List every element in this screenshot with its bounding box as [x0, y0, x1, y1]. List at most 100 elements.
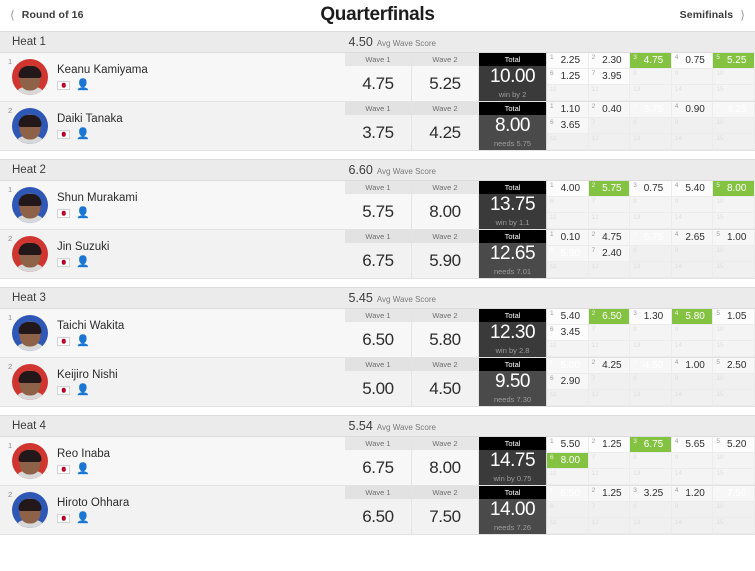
wave-score-slot[interactable]: 8	[630, 118, 672, 134]
wave-score-slot[interactable]: 4 1.00	[671, 358, 714, 374]
wave-score-slot[interactable]: 1 6.50	[547, 486, 589, 502]
athlete-row[interactable]: 1 Reo Inaba 👤 Wave 1 6.75 Wave 2 8.00 Total 14.7…	[0, 437, 755, 486]
wave-score-slot[interactable]: 2 4.25	[588, 358, 631, 374]
wave-score-slot[interactable]: 14	[671, 85, 714, 101]
surfer-icon[interactable]: 👤	[76, 128, 90, 140]
athlete-identity[interactable]: 2 Jin Suzuki 👤	[0, 230, 345, 278]
wave-score-slot[interactable]: 13	[630, 390, 672, 406]
athlete-identity[interactable]: 2 Keijiro Nishi 👤	[0, 358, 345, 406]
wave-score-slot[interactable]: 12	[588, 390, 631, 406]
wave-score-slot[interactable]: 14	[671, 469, 714, 485]
wave-score-slot[interactable]: 10	[713, 502, 755, 518]
wave-score-slot[interactable]: 2 1.25	[588, 437, 631, 453]
wave-score-slot[interactable]: 7 3.95	[588, 69, 631, 85]
wave-score-slot[interactable]: 1 4.00	[547, 181, 589, 197]
next-round-button[interactable]: Semifinals ⟩	[680, 9, 745, 21]
athlete-row[interactable]: 1 Shun Murakami 👤 Wave 1 5.75 Wave 2 8.00 Total…	[0, 181, 755, 230]
wave-score-slot[interactable]: 7	[588, 118, 631, 134]
wave-score-slot[interactable]: 11	[547, 213, 589, 229]
wave-score-slot[interactable]: 15	[713, 341, 755, 357]
wave-score-slot[interactable]: 9	[671, 325, 714, 341]
wave-score-slot[interactable]: 6 3.45	[547, 325, 589, 341]
wave-score-slot[interactable]: 9	[671, 246, 714, 262]
wave-score-slot[interactable]: 2 4.75	[588, 230, 631, 246]
athlete-identity[interactable]: 2 Hiroto Ohhara 👤	[0, 486, 345, 534]
wave-score-slot[interactable]: 6 2.90	[547, 374, 589, 390]
wave-score-slot[interactable]: 14	[671, 518, 714, 534]
wave-score-slot[interactable]: 14	[671, 213, 714, 229]
wave-score-slot[interactable]: 12	[588, 213, 631, 229]
wave-score-slot[interactable]: 12	[588, 134, 631, 150]
wave-score-slot[interactable]: 5 2.50	[713, 358, 755, 374]
wave-score-slot[interactable]: 7	[588, 453, 631, 469]
athlete-identity[interactable]: 1 Shun Murakami 👤	[0, 181, 345, 229]
surfer-icon[interactable]: 👤	[76, 79, 90, 91]
wave-score-slot[interactable]: 6 5.90	[547, 246, 589, 262]
wave-score-slot[interactable]: 9	[671, 69, 714, 85]
athlete-row[interactable]: 2 Hiroto Ohhara 👤 Wave 1 6.50 Wave 2 7.50 Total…	[0, 486, 755, 535]
wave-score-slot[interactable]: 7	[588, 197, 631, 213]
athlete-identity[interactable]: 1 Taichi Wakita 👤	[0, 309, 345, 357]
wave-score-slot[interactable]: 5 5.20	[713, 437, 755, 453]
wave-score-slot[interactable]: 15	[713, 134, 755, 150]
wave-score-slot[interactable]: 4 0.75	[671, 53, 714, 69]
wave-score-slot[interactable]: 2 5.75	[588, 181, 631, 197]
wave-score-slot[interactable]: 8	[630, 246, 672, 262]
wave-score-slot[interactable]: 12	[588, 469, 631, 485]
wave-score-slot[interactable]: 9	[671, 374, 714, 390]
wave-score-slot[interactable]: 2 6.50	[588, 309, 631, 325]
wave-score-slot[interactable]: 5 8.00	[713, 181, 755, 197]
wave-score-slot[interactable]: 9	[671, 453, 714, 469]
wave-score-slot[interactable]: 11	[547, 85, 589, 101]
wave-score-slot[interactable]: 14	[671, 390, 714, 406]
surfer-icon[interactable]: 👤	[76, 335, 90, 347]
heat-header[interactable]: Heat 1 4.50 Avg Wave Score	[0, 31, 755, 53]
wave-score-slot[interactable]: 1 0.10	[547, 230, 589, 246]
wave-score-slot[interactable]: 13	[630, 469, 672, 485]
wave-score-slot[interactable]: 1 5.00	[547, 358, 589, 374]
wave-score-slot[interactable]: 11	[547, 469, 589, 485]
surfer-icon[interactable]: 👤	[76, 256, 90, 268]
wave-score-slot[interactable]: 8	[630, 69, 672, 85]
wave-score-slot[interactable]: 13	[630, 134, 672, 150]
wave-score-slot[interactable]: 5 4.25	[713, 102, 755, 118]
wave-score-slot[interactable]: 15	[713, 469, 755, 485]
wave-score-slot[interactable]: 8	[630, 453, 672, 469]
wave-score-slot[interactable]: 1 5.50	[547, 437, 589, 453]
wave-score-slot[interactable]: 13	[630, 518, 672, 534]
athlete-identity[interactable]: 2 Daiki Tanaka 👤	[0, 102, 345, 150]
wave-score-slot[interactable]: 1 1.10	[547, 102, 589, 118]
wave-score-slot[interactable]: 13	[630, 213, 672, 229]
wave-score-slot[interactable]: 7	[588, 502, 631, 518]
wave-score-slot[interactable]: 15	[713, 262, 755, 278]
wave-score-slot[interactable]: 3 4.50	[630, 358, 672, 374]
wave-score-slot[interactable]: 4 5.65	[671, 437, 714, 453]
prev-round-button[interactable]: ⟨ Round of 16	[10, 9, 84, 21]
wave-score-slot[interactable]: 13	[630, 262, 672, 278]
wave-score-slot[interactable]: 11	[547, 134, 589, 150]
wave-score-slot[interactable]: 11	[547, 262, 589, 278]
heat-header[interactable]: Heat 4 5.54 Avg Wave Score	[0, 415, 755, 437]
athlete-row[interactable]: 1 Taichi Wakita 👤 Wave 1 6.50 Wave 2 5.80 Total…	[0, 309, 755, 358]
wave-score-slot[interactable]: 14	[671, 134, 714, 150]
wave-score-slot[interactable]: 9	[671, 197, 714, 213]
wave-score-slot[interactable]: 9	[671, 118, 714, 134]
wave-score-slot[interactable]: 14	[671, 341, 714, 357]
wave-score-slot[interactable]: 10	[713, 246, 755, 262]
athlete-identity[interactable]: 1 Reo Inaba 👤	[0, 437, 345, 485]
wave-score-slot[interactable]: 15	[713, 518, 755, 534]
wave-score-slot[interactable]: 3 4.75	[630, 53, 672, 69]
wave-score-slot[interactable]: 2 1.25	[588, 486, 631, 502]
wave-score-slot[interactable]: 7	[588, 374, 631, 390]
wave-score-slot[interactable]: 10	[713, 325, 755, 341]
wave-score-slot[interactable]: 4 5.40	[671, 181, 714, 197]
wave-score-slot[interactable]: 8	[630, 374, 672, 390]
heat-header[interactable]: Heat 3 5.45 Avg Wave Score	[0, 287, 755, 309]
wave-score-slot[interactable]: 3 1.30	[630, 309, 672, 325]
wave-score-slot[interactable]: 8	[630, 502, 672, 518]
wave-score-slot[interactable]: 6 3.65	[547, 118, 589, 134]
wave-score-slot[interactable]: 2 0.40	[588, 102, 631, 118]
wave-score-slot[interactable]: 5 7.50	[713, 486, 755, 502]
surfer-icon[interactable]: 👤	[76, 463, 90, 475]
wave-score-slot[interactable]: 10	[713, 118, 755, 134]
